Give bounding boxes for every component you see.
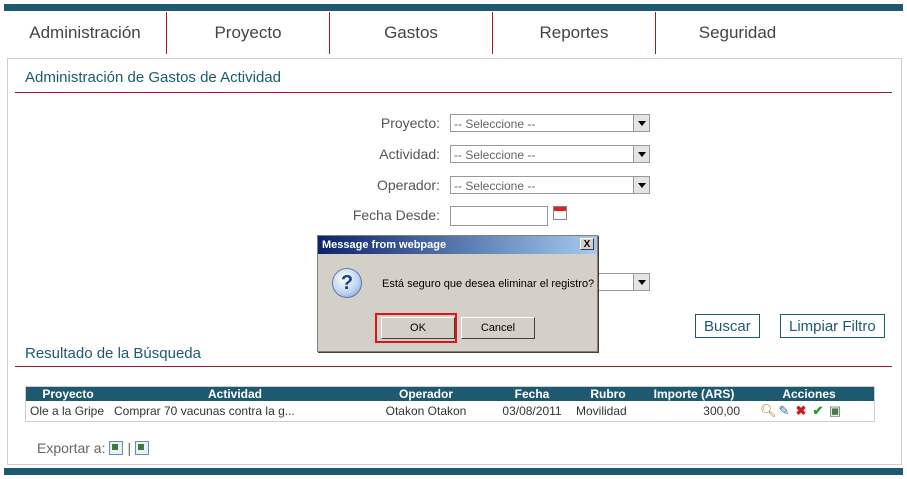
col-fecha[interactable]: Fecha: [492, 386, 572, 401]
calendar-icon[interactable]: [553, 206, 567, 220]
col-rubro[interactable]: Rubro: [572, 386, 644, 401]
dialog-title-bar[interactable]: Message from webpage X: [318, 236, 597, 254]
nav-seguridad[interactable]: Seguridad: [656, 12, 819, 54]
export-excel-icon[interactable]: [135, 441, 150, 455]
top-bar: [4, 4, 903, 11]
proyecto-select-value: -- Seleccione --: [454, 117, 536, 131]
nav-reportes[interactable]: Reportes: [493, 12, 656, 54]
results-table: Proyecto Actividad Operador Fecha Rubro …: [25, 386, 875, 422]
dialog-message: Está seguro que desea eliminar el regist…: [382, 278, 595, 290]
export-label: Exportar a:: [37, 440, 106, 456]
chevron-down-icon: [633, 274, 649, 290]
search-icon[interactable]: 🔍︎: [760, 404, 777, 418]
close-icon[interactable]: X: [580, 238, 594, 250]
cell-actividad: Comprar 70 vacunas contra la g...: [114, 404, 295, 418]
main-nav: Administración Proyecto Gastos Reportes …: [4, 12, 903, 54]
dialog-title: Message from webpage: [322, 239, 447, 251]
actividad-select[interactable]: -- Seleccione --: [450, 145, 650, 163]
operador-select-value: -- Seleccione --: [454, 179, 536, 193]
export-row: Exportar a: |: [37, 440, 150, 456]
cell-proyecto: Ole a la Gripe: [30, 404, 105, 418]
delete-icon[interactable]: ✖: [794, 404, 808, 418]
question-icon: ?: [332, 268, 362, 298]
actividad-select-value: -- Seleccione --: [454, 148, 536, 162]
page-title: Administración de Gastos de Actividad: [25, 69, 281, 86]
approve-icon[interactable]: ✔: [811, 404, 825, 418]
operador-select[interactable]: -- Seleccione --: [450, 176, 650, 194]
col-actividad[interactable]: Actividad: [110, 386, 360, 401]
nav-proyecto[interactable]: Proyecto: [167, 12, 330, 54]
col-operador[interactable]: Operador: [360, 386, 492, 401]
table-row[interactable]: Ole a la Gripe Comprar 70 vacunas contra…: [26, 401, 875, 422]
bottom-bar: [4, 468, 903, 475]
cell-fecha: 03/08/2011: [502, 404, 562, 418]
table-header: Proyecto Actividad Operador Fecha Rubro …: [25, 386, 875, 401]
results-title: Resultado de la Búsqueda: [25, 345, 201, 362]
cell-operador: Otakon Otakon: [385, 404, 467, 418]
chevron-down-icon: [633, 177, 649, 193]
col-importe[interactable]: Importe (ARS): [644, 386, 744, 401]
title-divider: [15, 92, 892, 93]
col-proyecto[interactable]: Proyecto: [25, 386, 110, 401]
edit-icon[interactable]: ✎: [777, 404, 791, 418]
col-acciones: Acciones: [744, 386, 875, 401]
nav-gastos[interactable]: Gastos: [330, 12, 493, 54]
proyecto-select[interactable]: -- Seleccione --: [450, 114, 650, 132]
chevron-down-icon: [633, 146, 649, 162]
ok-button-highlight: [375, 313, 457, 343]
fecha-desde-label: Fecha Desde:: [352, 207, 440, 223]
limpiar-filtro-button[interactable]: Limpiar Filtro: [780, 314, 885, 338]
proyecto-label: Proyecto:: [380, 115, 440, 131]
export-word-icon[interactable]: [109, 441, 124, 455]
actividad-label: Actividad:: [379, 146, 440, 162]
nav-administracion[interactable]: Administración: [4, 12, 167, 54]
buscar-button[interactable]: Buscar: [695, 314, 760, 338]
comment-icon[interactable]: ▣: [828, 404, 842, 418]
results-divider: [15, 366, 892, 367]
confirm-dialog: Message from webpage X ? Está seguro que…: [317, 235, 598, 352]
operador-label: Operador:: [376, 177, 440, 193]
cell-importe: 300,00: [703, 404, 740, 418]
export-separator: |: [127, 440, 132, 456]
fecha-desde-input[interactable]: [450, 206, 548, 226]
cell-rubro: Movilidad: [576, 404, 627, 418]
cell-acciones: 🔍︎ ✎ ✖ ✔ ▣: [744, 401, 875, 422]
cancel-button[interactable]: Cancel: [461, 317, 535, 339]
chevron-down-icon: [633, 115, 649, 131]
